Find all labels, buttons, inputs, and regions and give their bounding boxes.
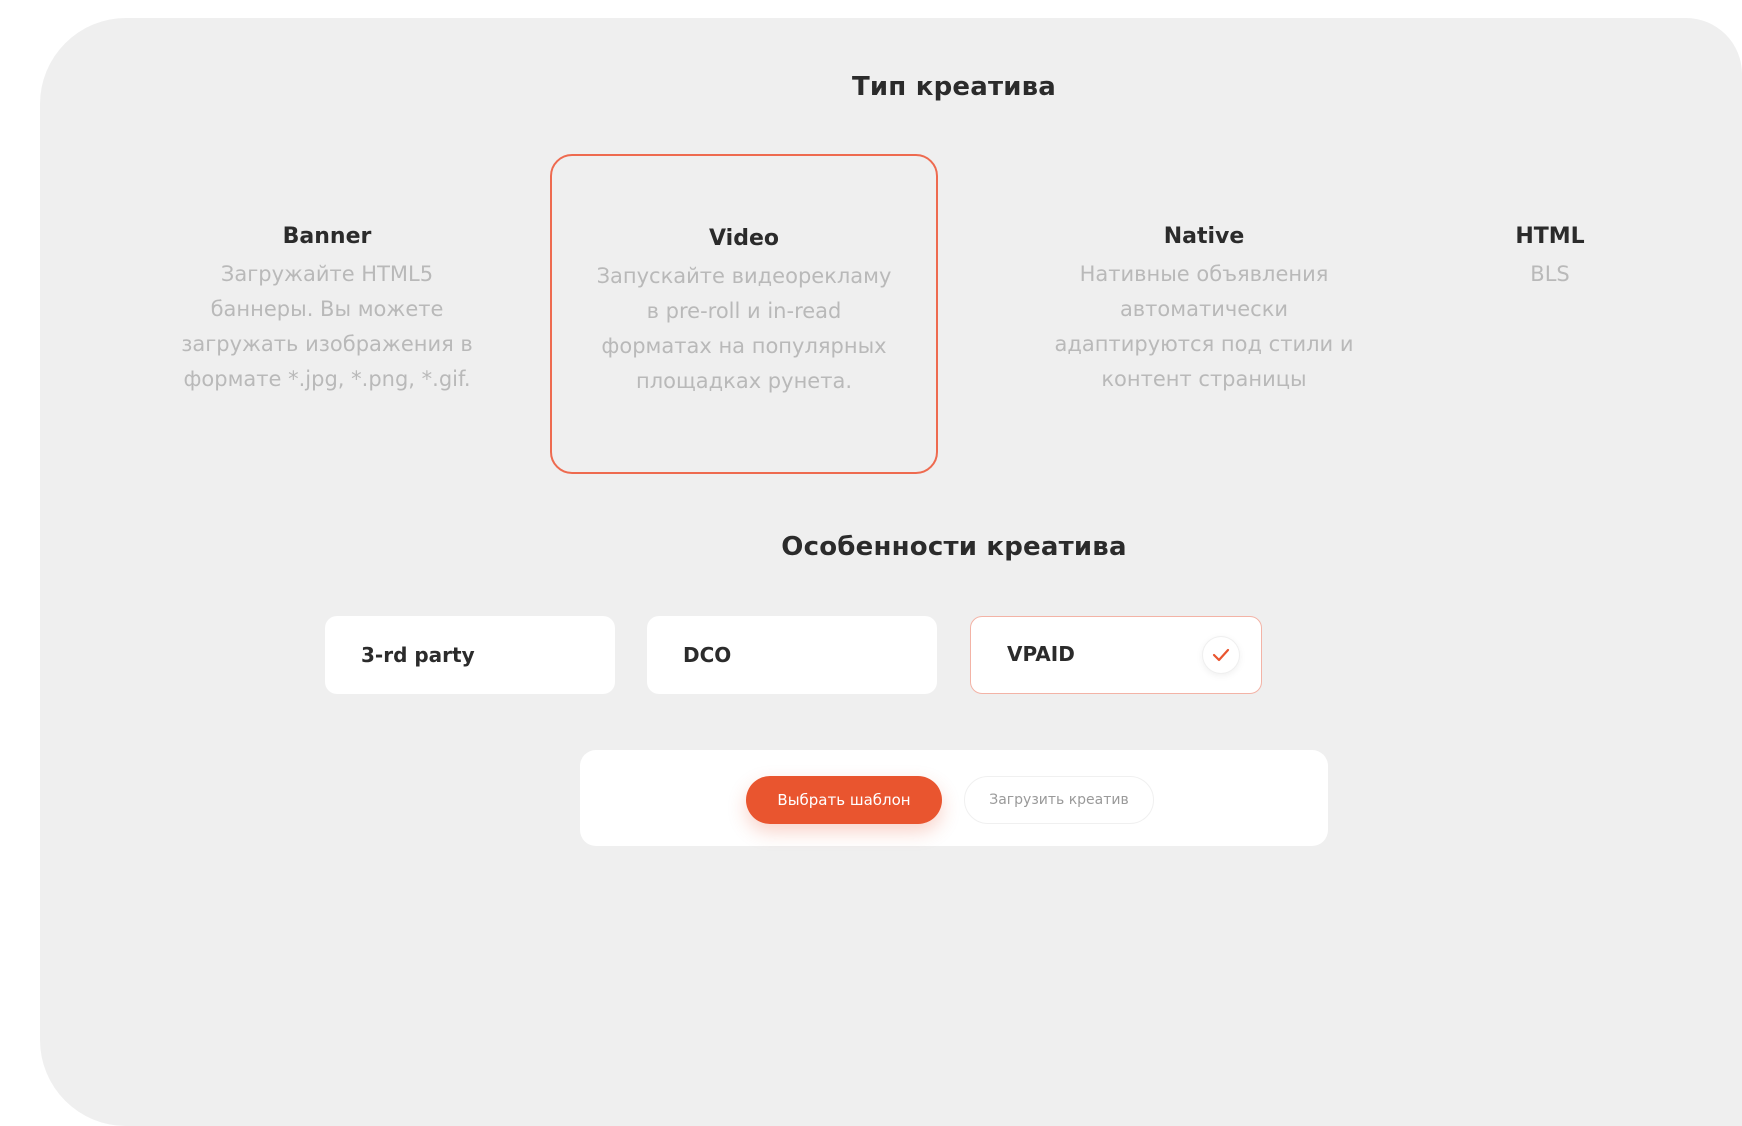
feature-vpaid[interactable]: VPAID [970, 616, 1262, 694]
creative-type-video[interactable]: Video Запускайте видеорекламу в pre-roll… [550, 154, 938, 474]
creative-type-name: HTML [1515, 224, 1585, 249]
creative-type-html[interactable]: HTML BLS [1460, 224, 1640, 292]
creative-type-title: Тип креатива [851, 72, 1057, 102]
creative-type-name: Banner [282, 224, 372, 249]
action-bar: Выбрать шаблон Загрузить креатив [580, 750, 1328, 846]
creative-type-name: Video [709, 226, 779, 251]
feature-3rd-party[interactable]: 3-rd party [325, 616, 615, 694]
feature-dco[interactable]: DCO [647, 616, 937, 694]
choose-template-button[interactable]: Выбрать шаблон [746, 776, 942, 824]
creative-settings-panel: Тип креатива Banner Загружайте HTML5 бан… [40, 18, 1742, 1126]
creative-type-name: Native [1163, 224, 1245, 249]
feature-label: VPAID [1007, 642, 1075, 666]
creative-type-native[interactable]: Native Нативные объявления автоматически… [1040, 224, 1368, 397]
upload-creative-button[interactable]: Загрузить креатив [964, 776, 1154, 824]
creative-type-banner[interactable]: Banner Загружайте HTML5 баннеры. Вы може… [167, 224, 487, 397]
creative-type-description: Запускайте видеорекламу в pre-roll и in-… [596, 264, 892, 393]
feature-label: DCO [683, 643, 732, 667]
feature-label: 3-rd party [361, 643, 475, 667]
creative-type-description: Загружайте HTML5 баннеры. Вы можете загр… [181, 262, 473, 391]
checkmark-icon[interactable] [1203, 637, 1239, 673]
creative-type-description: Нативные объявления автоматически адапти… [1054, 262, 1354, 391]
creative-type-description: BLS [1530, 262, 1570, 286]
creative-features-title: Особенности креатива [781, 532, 1127, 562]
